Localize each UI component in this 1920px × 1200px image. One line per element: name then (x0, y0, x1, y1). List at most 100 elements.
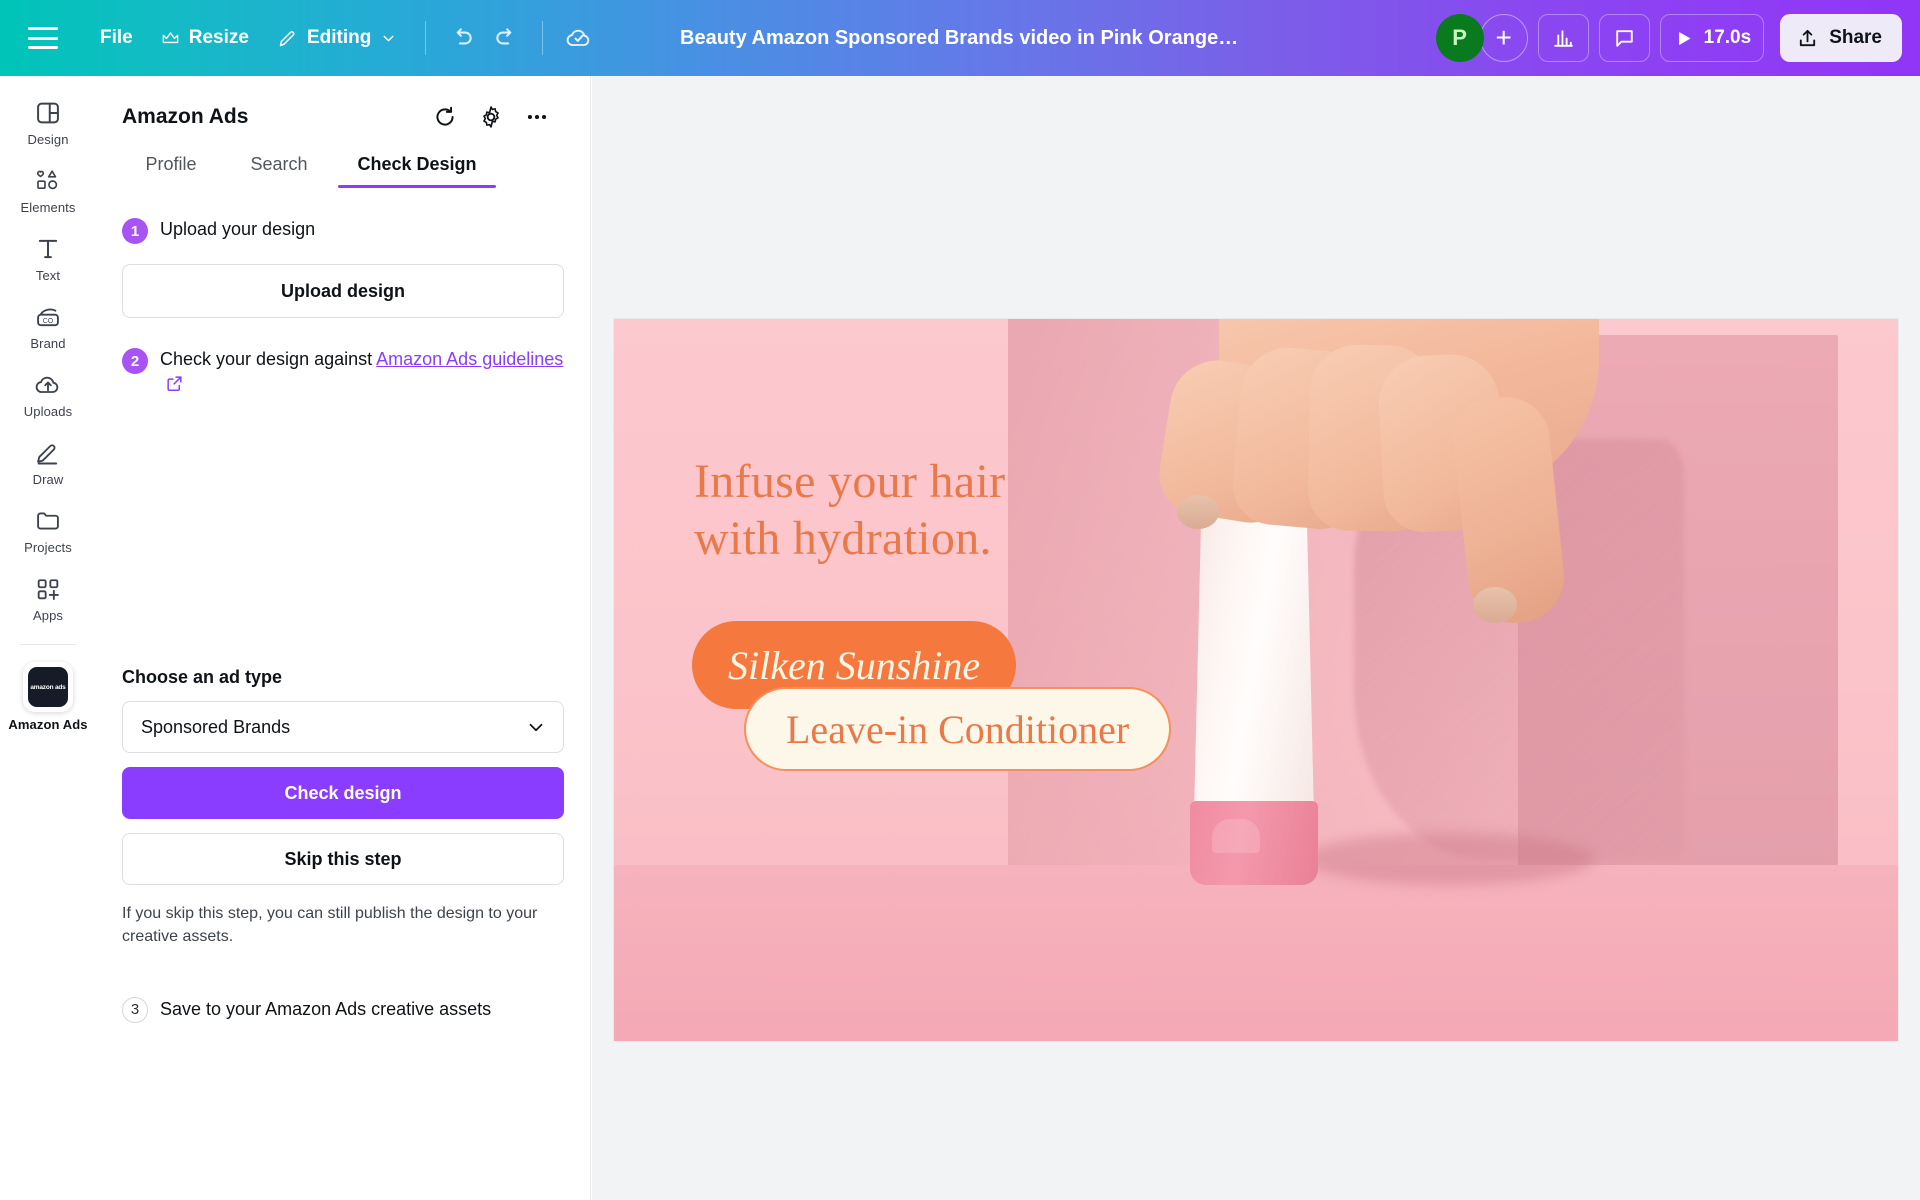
sidebar-item-apps[interactable]: Apps (6, 566, 90, 630)
sidebar-item-label: Text (35, 268, 61, 283)
comment-icon (1615, 29, 1633, 47)
design-canvas[interactable]: Infuse your hair with hydration. Silken … (614, 319, 1898, 1041)
folder-icon (37, 512, 59, 530)
design-preview-thumbnail[interactable]: Infuse your hair with hydration. Silken … (157, 422, 529, 631)
resize-label: Resize (188, 27, 249, 48)
tab-search[interactable]: Search (220, 154, 338, 188)
redo-button[interactable] (484, 16, 528, 60)
crown-icon (162, 31, 179, 43)
editing-mode-button[interactable]: Editing (263, 18, 411, 58)
left-sidebar-rail: Design Elements Text CO Brand Uploads Dr… (0, 76, 96, 1200)
plus-icon: + (1495, 22, 1512, 53)
sidebar-item-label: Projects (24, 540, 72, 555)
sidebar-item-label: Uploads (23, 404, 73, 419)
step-2-row: 2 Check your design against Amazon Ads g… (122, 346, 564, 400)
top-toolbar: File Resize Editing Beauty Amazon Sponso… (0, 0, 1920, 76)
sidebar-item-uploads[interactable]: Uploads (6, 362, 90, 426)
step-1-text: Upload your design (160, 219, 316, 239)
sidebar-item-label: Amazon Ads (8, 717, 88, 732)
document-title[interactable]: Beauty Amazon Sponsored Brands video in … (680, 27, 1240, 50)
upload-design-button[interactable]: Upload design (122, 264, 564, 318)
pencil-icon (279, 30, 295, 46)
play-duration-button[interactable]: 17.0s (1659, 14, 1765, 62)
amazon-ads-panel: Amazon Ads Profile Search Check Design 1… (96, 76, 591, 1200)
panel-title: Amazon Ads (122, 105, 249, 128)
sidebar-item-elements[interactable]: Elements (6, 158, 90, 222)
comments-button[interactable] (1598, 14, 1650, 62)
upload-design-label: Upload design (280, 280, 405, 301)
tube-cap (1190, 801, 1318, 885)
text-t-icon (38, 239, 58, 259)
step-3-text: Save to your Amazon Ads creative assets (160, 998, 492, 1019)
sidebar-item-design[interactable]: Design (6, 90, 90, 154)
sidebar-item-draw[interactable]: Draw (6, 430, 90, 494)
step-2-badge: 2 (122, 348, 148, 374)
avatar-initial: P (1452, 25, 1467, 50)
add-collaborator-button[interactable]: + (1479, 14, 1528, 62)
step-2-text-prefix: Check your design against (160, 349, 377, 369)
amazon-ads-logo: amazon ads (28, 667, 68, 707)
panel-content: 1 Upload your design Upload design 2 Che… (96, 216, 590, 1023)
insights-button[interactable] (1537, 14, 1589, 62)
ad-type-selected-value: Sponsored Brands (141, 716, 291, 737)
product-pill[interactable]: Leave-in Conditioner (744, 687, 1172, 771)
step-3-badge: 3 (122, 996, 148, 1023)
upload-icon (1800, 29, 1816, 46)
brand-pill-label: Silken Sunshine (728, 642, 981, 688)
sidebar-item-label: Draw (32, 472, 64, 487)
settings-button[interactable] (476, 102, 506, 132)
undo-icon (456, 28, 472, 45)
step-2-text: Check your design against Amazon Ads gui… (160, 346, 564, 400)
skip-step-label: Skip this step (284, 848, 402, 869)
floor-surface (614, 865, 1898, 1041)
tab-label: Check Design (357, 154, 477, 174)
ad-type-label: Choose an ad type (122, 667, 283, 688)
check-design-button[interactable]: Check design (122, 767, 564, 820)
saved-status-button[interactable] (557, 16, 601, 60)
amazon-ads-logo-text: amazon ads (30, 683, 66, 691)
tube-shadow (1304, 833, 1594, 885)
editing-label: Editing (306, 27, 372, 48)
step-3-row: 3 Save to your Amazon Ads creative asset… (122, 995, 564, 1023)
ad-type-select[interactable]: Sponsored Brands (122, 701, 564, 754)
shapes-icon (36, 170, 58, 190)
nail-2 (1473, 587, 1517, 623)
file-menu-label: File (100, 27, 133, 48)
refresh-button[interactable] (430, 102, 460, 132)
external-link-icon[interactable] (165, 374, 184, 400)
sidebar-item-label: Elements (20, 200, 76, 215)
sidebar-item-label: Brand (30, 336, 66, 351)
sidebar-item-projects[interactable]: Projects (6, 498, 90, 562)
design-headline[interactable]: Infuse your hair with hydration. (694, 454, 1005, 567)
undo-button[interactable] (440, 16, 484, 60)
share-button[interactable]: Share (1780, 14, 1902, 62)
panel-tabs: Profile Search Check Design (96, 132, 590, 188)
headline-line-2: with hydration. (694, 511, 992, 565)
amazon-ads-guidelines-link[interactable]: Amazon Ads guidelines (376, 349, 563, 369)
tab-profile[interactable]: Profile (122, 154, 220, 188)
tab-label: Search (250, 154, 308, 174)
file-menu-button[interactable]: File (86, 18, 147, 58)
ellipsis-icon (527, 114, 547, 120)
rail-divider (20, 644, 76, 645)
avatar[interactable]: P (1435, 14, 1484, 62)
skip-step-button[interactable]: Skip this step (122, 833, 564, 886)
sidebar-item-text[interactable]: Text (6, 226, 90, 290)
share-label: Share (1829, 27, 1882, 48)
sidebar-item-amazon-ads[interactable]: amazon ads Amazon Ads (6, 653, 90, 739)
tab-check-design[interactable]: Check Design (338, 154, 496, 188)
tab-label: Profile (145, 154, 197, 174)
apps-grid-plus-icon (37, 579, 59, 600)
amazon-ads-logo-box: amazon ads (23, 662, 73, 712)
brand-icon: CO (37, 308, 59, 327)
toolbar-divider (425, 21, 427, 55)
step-1-row: 1 Upload your design (122, 216, 564, 244)
canvas-area[interactable]: Infuse your hair with hydration. Silken … (592, 76, 1920, 1200)
resize-button[interactable]: Resize (147, 18, 263, 58)
cloud-upload-icon (35, 376, 59, 393)
chevron-down-icon (383, 35, 394, 41)
hamburger-icon[interactable] (28, 27, 58, 49)
sidebar-item-brand[interactable]: CO Brand (6, 294, 90, 358)
more-options-button[interactable] (522, 102, 552, 132)
bar-chart-icon (1553, 29, 1573, 47)
